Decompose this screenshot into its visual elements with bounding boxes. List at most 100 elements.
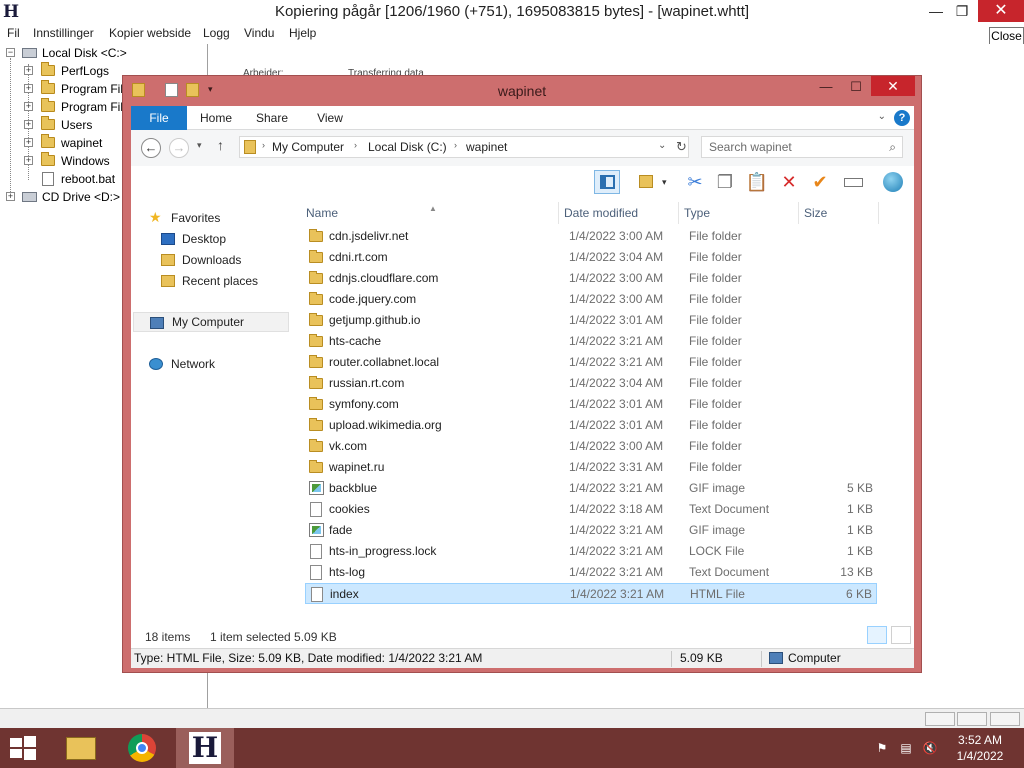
explorer-titlebar[interactable]: ▾ wapinet — ☐ ✕	[123, 76, 921, 106]
checkmark-icon[interactable]: ✔	[807, 170, 833, 194]
nav-my-computer[interactable]: My Computer	[133, 312, 289, 332]
bottom-button-2[interactable]	[957, 712, 987, 726]
forward-button[interactable]: →	[169, 138, 189, 158]
document-file-icon	[310, 544, 322, 559]
breadcrumb-my-computer[interactable]: My Computer	[272, 140, 344, 154]
tab-share[interactable]: Share	[249, 106, 295, 130]
file-row[interactable]: vk.com 1/4/2022 3:00 AM File folder	[305, 436, 877, 457]
column-header-name[interactable]: Name ▲	[301, 202, 559, 224]
cut-icon[interactable]: ✂	[682, 170, 708, 194]
back-button[interactable]: ←	[141, 138, 161, 158]
start-button[interactable]	[8, 735, 38, 761]
breadcrumb-wapinet[interactable]: wapinet	[466, 140, 507, 154]
large-icons-view-button[interactable]	[891, 626, 911, 644]
file-name: wapinet.ru	[329, 460, 385, 474]
expand-icon[interactable]: +	[6, 192, 15, 201]
file-row[interactable]: code.jquery.com 1/4/2022 3:00 AM File fold…	[305, 289, 877, 310]
expand-icon[interactable]: +	[24, 138, 33, 147]
action-center-flag-icon[interactable]: ⚑	[874, 740, 890, 756]
explorer-maximize-button[interactable]: ☐	[841, 76, 871, 98]
column-header-type[interactable]: Type	[679, 202, 799, 224]
explorer-minimize-button[interactable]: —	[811, 76, 841, 98]
computer-icon	[769, 652, 783, 664]
app-close-button[interactable]: ✕	[978, 0, 1024, 22]
column-header-date-modified[interactable]: Date modified	[559, 202, 679, 224]
file-row[interactable]: index 1/4/2022 3:21 AM HTML File 6 KB	[305, 583, 877, 604]
taskbar-file-explorer[interactable]	[52, 728, 110, 768]
file-row[interactable]: cdnjs.cloudflare.com 1/4/2022 3:00 AM File…	[305, 268, 877, 289]
breadcrumb-local-disk[interactable]: Local Disk (C:)	[368, 140, 447, 154]
taskbar-clock[interactable]: 3:52 AM 1/4/2022	[944, 732, 1016, 764]
expand-icon[interactable]: +	[24, 156, 33, 165]
tab-home[interactable]: Home	[193, 106, 239, 130]
search-icon[interactable]: ⌕	[889, 140, 896, 155]
file-date: 1/4/2022 3:21 AM	[569, 544, 664, 558]
network-status-icon[interactable]: ▤	[898, 740, 914, 756]
up-button[interactable]: ↑	[217, 137, 224, 153]
menu-logg[interactable]: Logg	[203, 26, 230, 40]
file-row[interactable]: wapinet.ru 1/4/2022 3:31 AM File folder	[305, 457, 877, 478]
file-row[interactable]: symfony.com 1/4/2022 3:01 AM File folder	[305, 394, 877, 415]
image-file-icon	[309, 481, 324, 495]
delete-icon[interactable]: ✕	[776, 170, 802, 194]
file-type: File folder	[689, 292, 742, 306]
file-row[interactable]: hts-in_progress.lock 1/4/2022 3:21 AM LOCK…	[305, 541, 877, 562]
expand-icon[interactable]: +	[24, 66, 33, 75]
taskbar-chrome[interactable]	[114, 728, 172, 768]
file-row[interactable]: hts-log 1/4/2022 3:21 AM Text Document 13 K…	[305, 562, 877, 583]
file-row[interactable]: cdni.rt.com 1/4/2022 3:04 AM File folder	[305, 247, 877, 268]
help-icon[interactable]: ?	[894, 110, 910, 126]
collapse-icon[interactable]: −	[6, 48, 15, 57]
file-row[interactable]: russian.rt.com 1/4/2022 3:04 AM File folde…	[305, 373, 877, 394]
column-header-size[interactable]: Size	[799, 202, 879, 224]
menu-vindu[interactable]: Vindu	[244, 26, 274, 40]
file-row[interactable]: backblue 1/4/2022 3:21 AM GIF image 5 KB	[305, 478, 877, 499]
file-row[interactable]: cookies 1/4/2022 3:18 AM Text Document 1 KB	[305, 499, 877, 520]
explorer-window: ▾ wapinet — ☐ ✕ File Home Share View ⌄ ?…	[122, 75, 922, 673]
menu-kopier-webside[interactable]: Kopier webside	[109, 26, 191, 40]
search-input[interactable]	[702, 137, 880, 157]
taskbar-httrack[interactable]: H	[176, 728, 234, 768]
expand-icon[interactable]: +	[24, 102, 33, 111]
menu-innstillinger[interactable]: Innstillinger	[33, 26, 94, 40]
rename-icon[interactable]	[840, 170, 866, 194]
details-view-button[interactable]	[867, 626, 887, 644]
preview-pane-icon[interactable]	[594, 170, 620, 194]
copy-icon[interactable]: ❐	[712, 170, 738, 194]
refresh-icon[interactable]: ↻	[676, 139, 687, 155]
app-maximize-button[interactable]: ❐	[946, 0, 978, 22]
breadcrumb-separator-icon: ›	[454, 140, 457, 150]
view-options-dropdown-icon[interactable]: ▾	[662, 177, 667, 188]
folder-icon	[309, 418, 323, 431]
file-row[interactable]: cdn.jsdelivr.net 1/4/2022 3:00 AM File fol…	[305, 226, 877, 247]
file-type: GIF image	[689, 523, 746, 537]
paste-icon[interactable]: 📋	[744, 170, 770, 194]
file-name: hts-in_progress.lock	[329, 544, 437, 558]
file-row[interactable]: upload.wikimedia.org 1/4/2022 3:01 AM File…	[305, 415, 877, 436]
recent-locations-icon[interactable]: ▾	[197, 140, 202, 151]
file-row[interactable]: getjump.github.io 1/4/2022 3:01 AM File fo…	[305, 310, 877, 331]
menu-fil[interactable]: Fil	[7, 26, 20, 40]
address-dropdown-icon[interactable]: ⌄	[658, 140, 666, 151]
volume-muted-icon[interactable]: 🔇	[922, 740, 938, 756]
expand-icon[interactable]: +	[24, 120, 33, 129]
expand-ribbon-chevron-icon[interactable]: ⌄	[878, 111, 886, 122]
explorer-close-button[interactable]: ✕	[871, 76, 915, 96]
menu-hjelp[interactable]: Hjelp	[289, 26, 316, 40]
file-row[interactable]: router.collabnet.local 1/4/2022 3:21 AM Fi…	[305, 352, 877, 373]
file-date: 1/4/2022 3:21 AM	[570, 587, 665, 601]
globe-icon[interactable]	[880, 170, 906, 194]
bottom-button-3[interactable]	[990, 712, 1020, 726]
address-bar[interactable]: › My Computer › Local Disk (C:) › wapine…	[239, 136, 689, 158]
expand-icon[interactable]: +	[24, 84, 33, 93]
file-size: 13 KB	[840, 565, 873, 579]
file-date: 1/4/2022 3:00 AM	[569, 439, 664, 453]
file-row[interactable]: fade 1/4/2022 3:21 AM GIF image 1 KB	[305, 520, 877, 541]
view-options-icon[interactable]	[633, 170, 659, 194]
file-row[interactable]: hts-cache 1/4/2022 3:21 AM File folder	[305, 331, 877, 352]
bottom-button-1[interactable]	[925, 712, 955, 726]
file-type: File folder	[689, 334, 742, 348]
sort-ascending-icon: ▲	[429, 204, 437, 213]
tab-view[interactable]: View	[307, 106, 353, 130]
tab-file[interactable]: File	[131, 106, 187, 130]
